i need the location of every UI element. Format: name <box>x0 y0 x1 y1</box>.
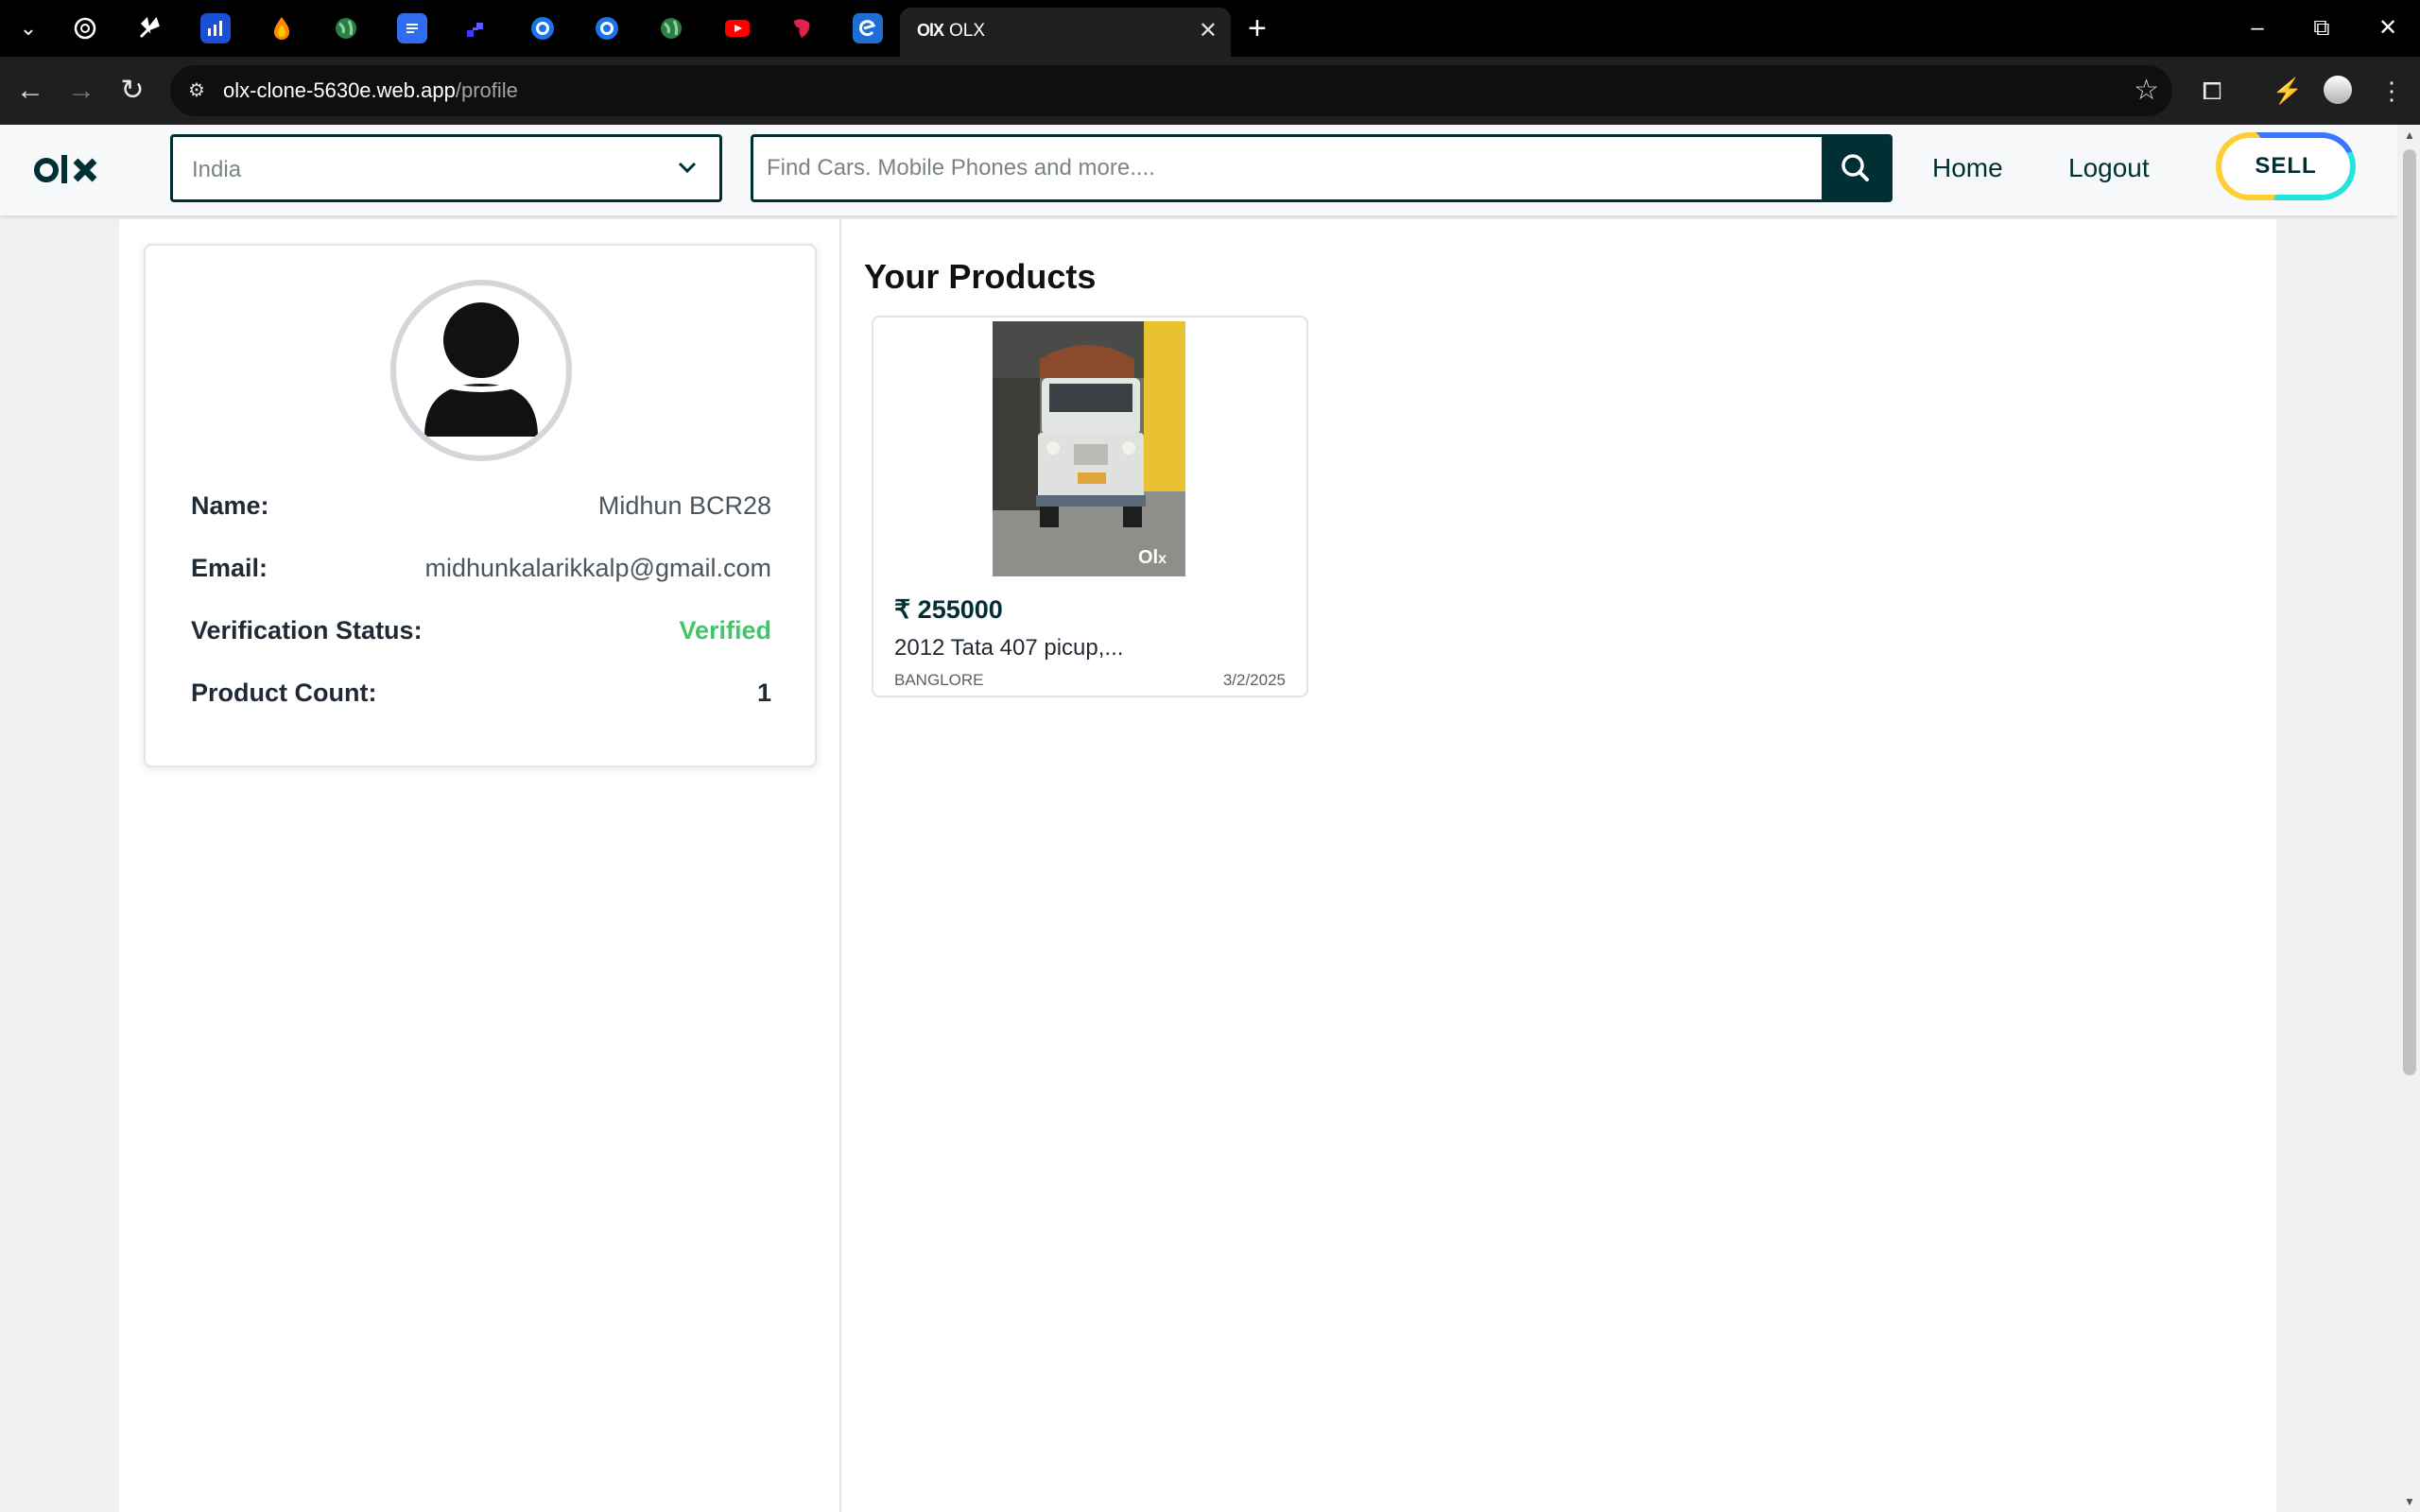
product-card[interactable]: Olx ₹ 255000 2012 Tata 407 picup,... BAN… <box>872 316 1308 697</box>
minimize-window-icon[interactable]: – <box>2223 8 2291 49</box>
pinned-tab-nestjs[interactable] <box>786 13 817 43</box>
browser-toolbar: ← → ↻ ⚙ olx-clone-5630e.web.app/profile … <box>0 57 2420 125</box>
pinwheel-icon <box>139 16 160 39</box>
tab-olx[interactable]: OlX OLX ✕ <box>900 8 1231 57</box>
sell-label: SELL <box>2221 138 2350 195</box>
product-date: 3/2/2025 <box>1222 671 1286 689</box>
pinned-tab-globe-2[interactable] <box>656 13 686 43</box>
browser-tab-bar: ⌄ OlX OLX ✕ + – ⧉ ✕ <box>0 0 2420 57</box>
render-icon <box>467 23 483 37</box>
search-box <box>751 134 1893 202</box>
user-avatar-icon <box>424 302 538 437</box>
browser-profile-avatar[interactable] <box>2324 76 2352 104</box>
youtube-icon <box>725 20 750 37</box>
pinned-tab-chatgpt[interactable] <box>70 13 100 43</box>
page-viewport: India Home Logout SELL <box>0 125 2420 1512</box>
page-scrollbar[interactable]: ▲ ▼ <box>2397 125 2420 1512</box>
forward-arrow-icon[interactable]: → <box>60 70 102 112</box>
nav-home-link[interactable]: Home <box>1932 153 2003 183</box>
product-title: 2012 Tata 407 picup,... <box>894 635 1124 661</box>
pinned-tab-meet-1[interactable] <box>527 13 558 43</box>
column-divider <box>839 219 841 1512</box>
truck-photo: Olx <box>993 321 1185 576</box>
globe-icon <box>336 18 356 39</box>
meet-icon <box>596 17 618 40</box>
search-button[interactable] <box>1822 137 1890 199</box>
address-bar[interactable]: ⚙ olx-clone-5630e.web.app/profile ☆ <box>170 65 2172 116</box>
pinned-tab-render[interactable] <box>461 13 492 43</box>
your-products-heading: Your Products <box>864 257 1097 296</box>
reload-icon[interactable]: ↻ <box>112 70 153 112</box>
location-value: India <box>192 157 242 182</box>
pinned-tab-analytics[interactable] <box>200 13 231 43</box>
pinned-tab-firebase[interactable] <box>267 13 297 43</box>
browser-menu-icon[interactable]: ⋮ <box>2371 70 2412 112</box>
info-row-product-count: Product Count: 1 <box>191 679 771 713</box>
bookmark-star-icon[interactable]: ☆ <box>2134 75 2159 107</box>
url-text: olx-clone-5630e.web.app/profile <box>223 78 518 102</box>
verification-label: Verification Status: <box>191 616 423 644</box>
docs-icon <box>406 24 418 33</box>
pinned-tab-edge[interactable] <box>853 13 883 43</box>
firebase-icon <box>274 17 289 40</box>
chevron-down-icon <box>678 162 697 174</box>
pinned-tab-globe[interactable] <box>331 13 361 43</box>
nestjs-icon <box>794 19 810 38</box>
pinned-tab-youtube[interactable] <box>722 13 752 43</box>
email-value: midhunkalarikkalp@gmail.com <box>424 554 771 582</box>
info-row-verification: Verification Status: Verified <box>191 616 771 650</box>
scrollbar-thumb[interactable] <box>2403 149 2416 1075</box>
info-row-name: Name: Midhun BCR28 <box>191 491 771 525</box>
email-label: Email: <box>191 554 268 582</box>
search-input[interactable] <box>753 137 1822 199</box>
extensions-icon[interactable]: ⧠ <box>2191 70 2233 112</box>
restore-window-icon[interactable]: ⧉ <box>2288 8 2356 49</box>
close-window-icon[interactable]: ✕ <box>2354 8 2420 49</box>
new-tab-icon[interactable]: + <box>1248 11 1267 45</box>
performance-icon[interactable]: ⚡ <box>2267 70 2308 112</box>
search-icon <box>1841 154 1869 181</box>
profile-page: Name: Midhun BCR28 Email: midhunkalarikk… <box>119 219 2276 1512</box>
scroll-up-icon[interactable]: ▲ <box>2403 129 2416 142</box>
meet-icon <box>531 17 554 40</box>
product-location: BANGLORE <box>894 671 984 689</box>
product-count-value: 1 <box>756 679 771 707</box>
product-price: ₹ 255000 <box>894 595 1003 624</box>
edge-icon <box>859 20 876 37</box>
sell-button[interactable]: SELL <box>2216 132 2356 200</box>
svg-text:Olx: Olx <box>1138 547 1167 568</box>
info-row-email: Email: midhunkalarikkalp@gmail.com <box>191 554 771 588</box>
nav-logout-link[interactable]: Logout <box>2068 153 2150 183</box>
verification-status-badge: Verified <box>679 616 771 644</box>
analytics-icon <box>208 21 222 36</box>
back-arrow-icon[interactable]: ← <box>9 70 51 112</box>
name-label: Name: <box>191 491 269 520</box>
tab-search-icon[interactable]: ⌄ <box>13 15 43 42</box>
profile-card: Name: Midhun BCR28 Email: midhunkalarikk… <box>144 244 817 767</box>
location-select[interactable]: India <box>170 134 722 202</box>
olx-header: India Home Logout SELL <box>0 125 2397 215</box>
product-image: Olx <box>993 321 1185 576</box>
product-count-label: Product Count: <box>191 679 377 707</box>
avatar <box>390 280 572 461</box>
pinned-tab-meet-2[interactable] <box>592 13 622 43</box>
name-value: Midhun BCR28 <box>597 491 771 520</box>
close-tab-icon[interactable]: ✕ <box>1199 17 1218 44</box>
chatgpt-icon <box>74 17 96 40</box>
pinned-tab-docs[interactable] <box>397 13 427 43</box>
olx-favicon-icon: OlX <box>917 21 944 40</box>
site-info-icon[interactable]: ⚙ <box>183 77 210 104</box>
olx-logo[interactable] <box>34 146 102 195</box>
tab-title: OLX <box>949 21 986 41</box>
globe-icon <box>661 18 682 39</box>
scroll-down-icon[interactable]: ▼ <box>2403 1495 2416 1508</box>
pinned-tab-pinwheel[interactable] <box>134 13 164 43</box>
